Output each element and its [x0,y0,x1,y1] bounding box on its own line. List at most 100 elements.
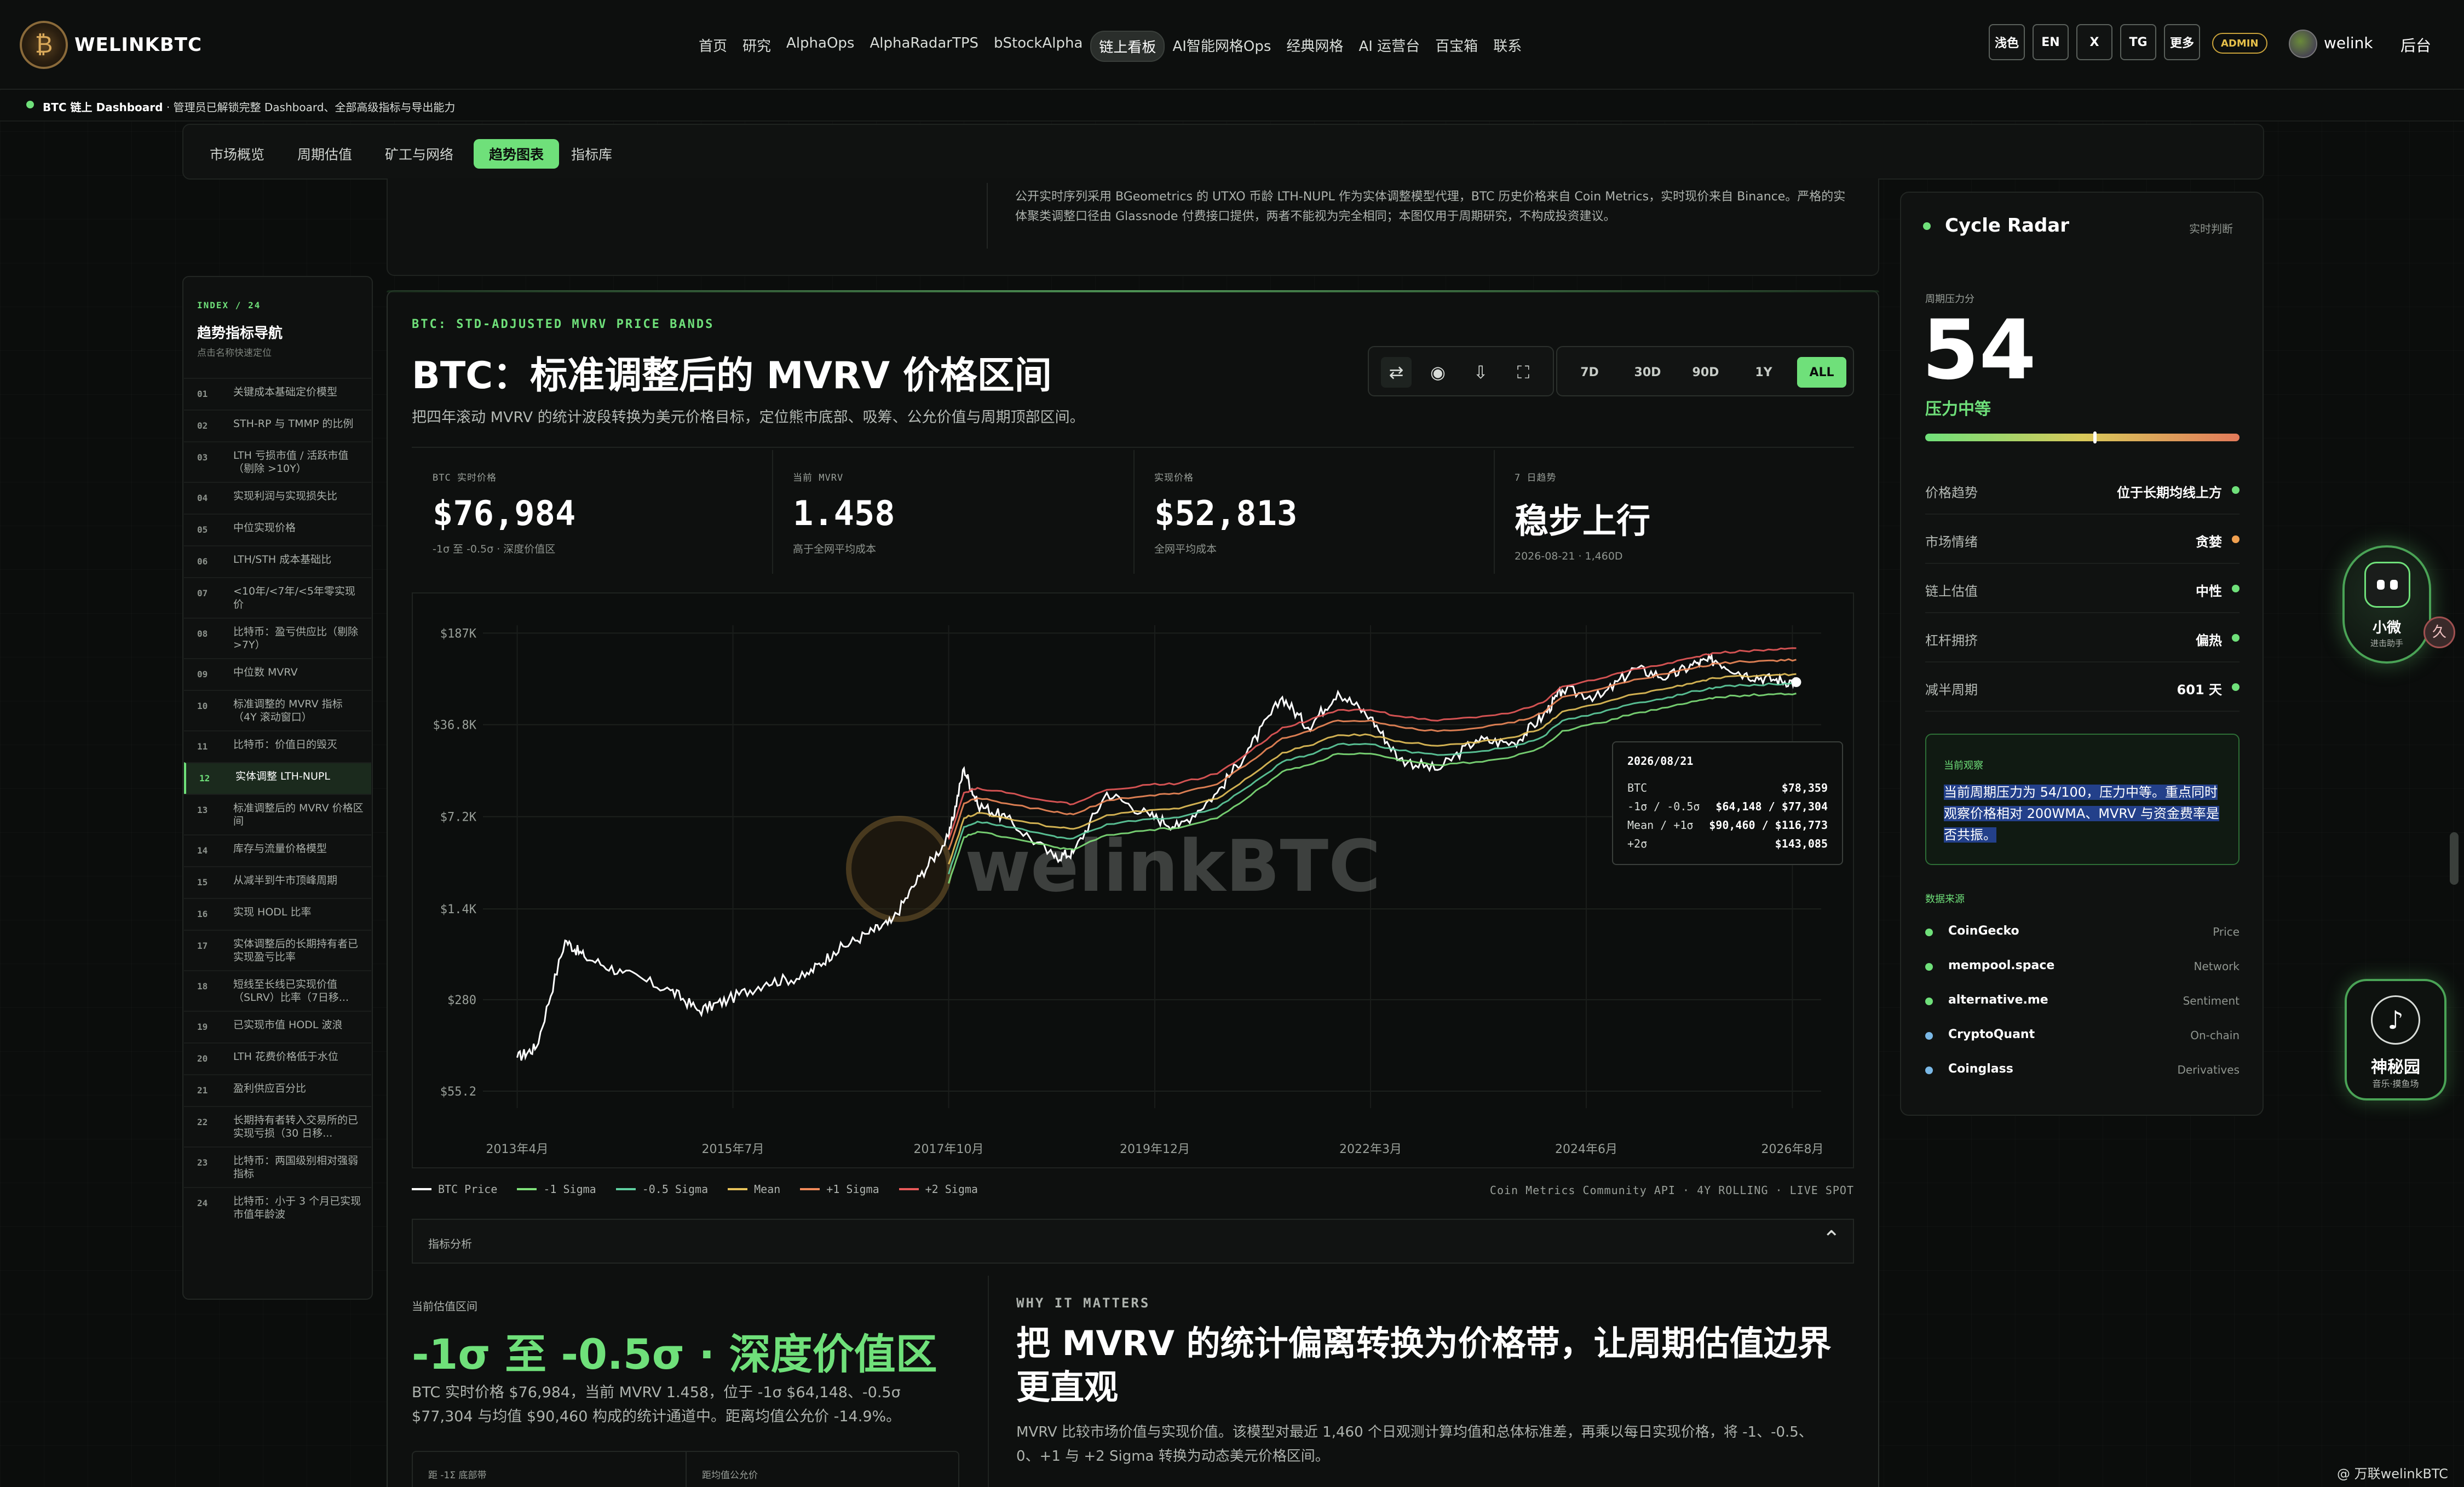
legend-item[interactable]: BTC Price [412,1183,497,1196]
legend-item[interactable]: Mean [728,1183,780,1196]
chevron-up-icon[interactable]: ⌃ [1822,1226,1841,1252]
index-item[interactable]: 05 中位实现价格 [184,514,371,545]
section-tab[interactable]: 指标库 [556,139,627,169]
index-item[interactable]: 15 从减半到牛市顶峰周期 [184,866,371,898]
index-item[interactable]: 14 库存与流量价格模型 [184,834,371,866]
user-avatar[interactable] [2289,30,2317,58]
section-tab[interactable]: 矿工与网络 [370,139,469,169]
header-button[interactable]: X [2076,24,2112,60]
range-button[interactable]: 90D [1681,357,1730,388]
index-item[interactable]: 12 实体调整 LTH-NUPL [184,762,371,794]
index-title: 趋势指标导航 [197,325,283,342]
section-tab[interactable]: 趋势图表 [474,139,560,169]
swap-icon[interactable]: ⇄ [1381,357,1412,388]
tooltip-key: -1σ / -0.5σ [1627,800,1700,813]
index-item[interactable]: 21 盈利供应百分比 [184,1074,371,1106]
nav-item[interactable]: 首页 [691,31,735,62]
nav-item[interactable]: 研究 [735,31,779,62]
index-item[interactable]: 03 LTH 亏损市值 / 活跃市值（剔除 >10Y） [184,441,371,482]
user-name[interactable]: welink [2324,34,2373,52]
index-item[interactable]: 19 已实现市值 HODL 波浪 [184,1011,371,1042]
divider [686,1451,687,1487]
index-item[interactable]: 16 实现 HODL 比率 [184,898,371,930]
source-dot-icon [1925,998,1933,1005]
index-item[interactable]: 22 长期持有者转入交易所的已实现亏损（30 日移... [184,1106,371,1146]
nav-item[interactable]: AlphaRadarTPS [862,31,986,62]
index-label: 比特币：盈亏供应比（剔除 >7Y） [233,626,359,651]
side-chip-button[interactable]: 久 [2423,616,2455,648]
index-item[interactable]: 10 标准调整的 MVRV 指标（4Y 滚动窗口） [184,690,371,730]
source-name: CryptoQuant [1948,1028,2035,1041]
record-icon[interactable]: ◉ [1423,357,1453,388]
index-item[interactable]: 13 标准调整后的 MVRV 价格区间 [184,794,371,834]
index-item[interactable]: 23 比特币：两国级别相对强弱指标 [184,1146,371,1187]
zone-card-label: 距 -1Σ 底部带 [428,1470,487,1481]
radar-value: 601 天 [2177,682,2222,698]
index-item[interactable]: 11 比特币：价值日的毁灭 [184,730,371,762]
nav-item[interactable]: 联系 [1486,31,1529,62]
index-item[interactable]: 20 LTH 花费价格低于水位 [184,1042,371,1074]
index-number: 10 [197,701,208,711]
divider [987,183,988,249]
source-item[interactable]: CryptoQuant On-chain [1925,1021,2240,1055]
brand-name[interactable]: WELINKBTC [74,34,202,56]
section-tab[interactable]: 市场概览 [194,139,280,169]
source-item[interactable]: CoinGecko Price [1925,918,2240,952]
index-label: 实体调整后的长期持有者已实现盈亏比率 [233,938,359,963]
tooltip-row: Mean / +1σ $90,460 / $116,773 [1627,816,1828,834]
nav-item[interactable]: AlphaOps [779,31,862,62]
robot-icon[interactable] [2364,562,2410,608]
garden-name[interactable]: 神秘园 [2345,1053,2446,1077]
index-item[interactable]: 17 实体调整后的长期持有者已实现盈亏比率 [184,930,371,970]
index-item[interactable]: 08 比特币：盈亏供应比（剔除 >7Y） [184,618,371,658]
header-button[interactable]: EN [2033,24,2069,60]
index-item[interactable]: 18 短线至长线已实现价值（SLRV）比率（7日移... [184,970,371,1011]
index-label: 比特币：价值日的毁灭 [233,739,338,751]
index-item[interactable]: 06 LTH/STH 成本基础比 [184,545,371,577]
index-item[interactable]: 24 比特币：小于 3 个月已实现市值年龄波 [184,1187,371,1227]
index-item[interactable]: 09 中位数 MVRV [184,658,371,690]
legend-swatch [728,1188,748,1190]
index-item[interactable]: 04 实现利润与实现损失比 [184,482,371,514]
legend-item[interactable]: -1 Sigma [517,1183,596,1196]
fullscreen-icon[interactable]: ⛶ [1508,357,1539,388]
header-button[interactable]: 浅色 [1989,24,2025,60]
nav-item[interactable]: 百宝箱 [1427,31,1486,62]
source-item[interactable]: mempool.space Network [1925,952,2240,986]
chart-tooltip: 2026/08/21 BTC $78,359 -1σ / -0.5σ $64,148 … [1612,741,1843,865]
mvrv-price-band-chart[interactable]: $187K $36.8K $7.2K $1.4K $280 $55.2 2013年4月 201… [412,592,1854,1168]
source-item[interactable]: Coinglass Derivatives [1925,1056,2240,1090]
section-tab[interactable]: 周期估值 [282,139,367,169]
nav-item[interactable]: AI智能网格Ops [1165,31,1279,62]
analysis-toggle[interactable] [412,1219,1854,1264]
legend-item[interactable]: -0.5 Sigma [615,1183,708,1196]
watermark-logo-icon [846,816,952,922]
header-button[interactable]: TG [2120,24,2156,60]
index-number: 07 [197,588,208,598]
page-scrollbar[interactable] [2450,832,2459,885]
nav-item[interactable]: bStockAlpha [986,31,1090,62]
music-note-icon[interactable]: ♪ [2371,995,2420,1045]
range-button[interactable]: 30D [1623,357,1672,388]
current-price-marker[interactable] [1791,677,1801,687]
nav-item[interactable]: AI 运营台 [1351,31,1427,62]
range-button[interactable]: 1Y [1739,357,1788,388]
legend-item[interactable]: +1 Sigma [800,1183,879,1196]
nav-item[interactable]: 链上看板 [1090,31,1165,62]
backend-link[interactable]: 后台 [2400,34,2431,56]
index-item[interactable]: 02 STH-RP 与 TMMP 的比例 [184,410,371,441]
range-button[interactable]: ALL [1797,357,1846,388]
nav-item[interactable]: 经典网格 [1279,31,1351,62]
legend-item[interactable]: +2 Sigma [899,1183,978,1196]
brand-logo-icon[interactable] [20,21,68,69]
header-button[interactable]: 更多 [2164,24,2200,60]
index-number: 14 [197,845,208,856]
stat-value: $52,813 [1154,493,1298,533]
assistant-name[interactable]: 小微 [2342,616,2431,637]
index-item[interactable]: 01 关键成本基础定价模型 [184,378,371,410]
tooltip-key: +2σ [1627,837,1648,850]
source-item[interactable]: alternative.me Sentiment [1925,987,2240,1021]
index-item[interactable]: 07 <10年/<7年/<5年零实现价 [184,577,371,618]
range-button[interactable]: 7D [1565,357,1614,388]
download-icon[interactable]: ⇩ [1465,357,1496,388]
